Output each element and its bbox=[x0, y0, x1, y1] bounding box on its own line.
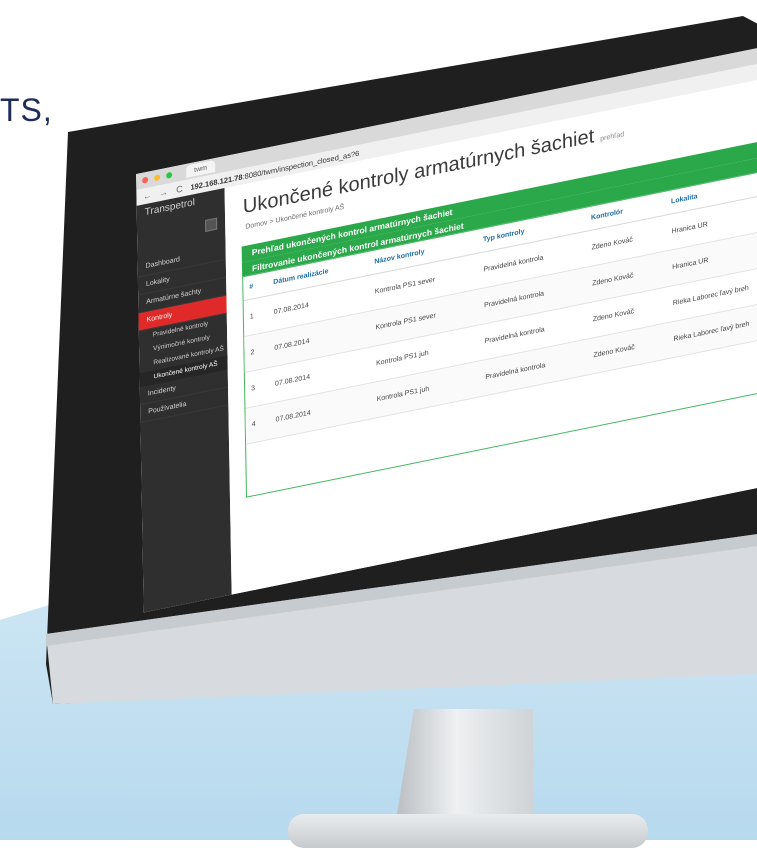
minimize-window-icon[interactable] bbox=[154, 174, 161, 182]
forward-icon[interactable]: → bbox=[158, 186, 168, 199]
cell: 4 bbox=[245, 403, 270, 445]
cell: 3 bbox=[244, 367, 270, 409]
cell: 1 bbox=[243, 295, 269, 337]
page-subtitle: prehľad bbox=[600, 131, 625, 143]
cell: 2 bbox=[244, 331, 269, 373]
maximize-window-icon[interactable] bbox=[166, 171, 173, 179]
monitor-stand-base bbox=[288, 814, 648, 848]
close-window-icon[interactable] bbox=[142, 176, 149, 184]
sidebar-nav: Dashboard Lokality Armatúrne šachty Kont… bbox=[137, 241, 229, 424]
back-icon[interactable]: ← bbox=[142, 190, 152, 202]
sidebar: Transpetrol Dashboard Lokality Armatúrne… bbox=[136, 188, 232, 613]
reload-icon[interactable]: C bbox=[174, 183, 184, 195]
monitor: twm ← → C 192.168.121.78:8080/twm/inspec… bbox=[28, 14, 757, 848]
sidebar-toggle[interactable] bbox=[205, 217, 218, 232]
